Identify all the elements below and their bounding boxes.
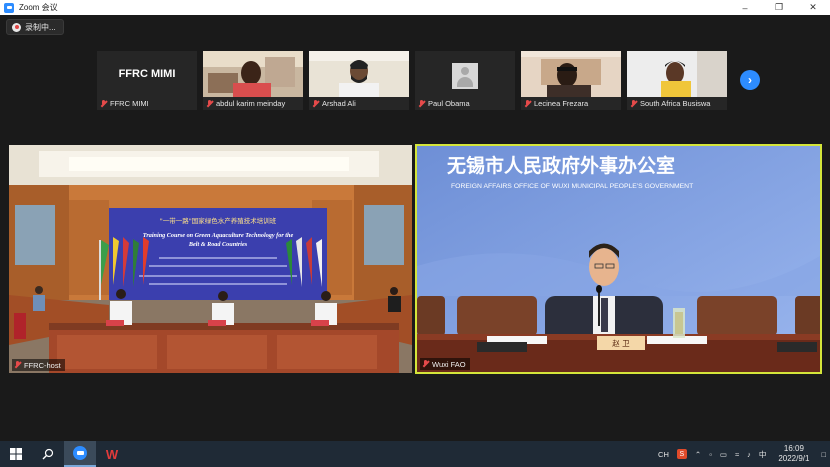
participant-display-name: FFRC MIMI: [118, 68, 176, 80]
mic-muted-icon: [418, 99, 425, 108]
video-tile-ffrc-host[interactable]: "一带一路"国家绿色水产养殖技术培训班 Training Course on G…: [9, 145, 412, 373]
participant-name: Arshad Ali: [322, 99, 356, 108]
participant-name: Lecinea Frezara: [534, 99, 589, 108]
window-title: Zoom 会议: [19, 3, 58, 12]
wps-icon: W: [105, 446, 119, 462]
network-icon[interactable]: ▫: [709, 450, 712, 459]
participant-video: [627, 51, 727, 97]
banner-chinese-title: "一带一路"国家绿色水产养殖技术培训班: [160, 216, 277, 225]
minimize-button[interactable]: –: [728, 0, 762, 15]
record-icon: [12, 22, 21, 32]
participant-tile[interactable]: South Africa Busiswa: [627, 51, 727, 110]
windows-taskbar: W CH S ⌃ ▫ ▭ ≈ ♪ 中 16:09 2022/9/1 □: [0, 441, 830, 467]
search-icon: [42, 448, 54, 460]
participant-tile[interactable]: abdul karim meinday: [203, 51, 303, 110]
clock-time: 16:09: [783, 444, 804, 453]
nameplate-text: 赵 卫: [612, 338, 630, 348]
zoom-window: Zoom 会议 – ❐ ✕ 录制中... FFRC MIMI FFRC MIMI: [0, 0, 830, 467]
taskbar-wps-app[interactable]: W: [96, 441, 128, 467]
start-button[interactable]: [0, 441, 32, 467]
participant-video: [309, 51, 409, 97]
participant-label-text: FFRC-host: [24, 360, 61, 370]
participant-name: abdul karim meinday: [216, 99, 286, 108]
ime-indicator[interactable]: CH: [658, 450, 669, 459]
mic-muted-icon: [312, 99, 319, 108]
participant-video: [203, 51, 303, 97]
window-controls: – ❐ ✕: [728, 0, 830, 15]
participant-name: FFRC MIMI: [110, 99, 149, 108]
maximize-button[interactable]: ❐: [762, 0, 796, 15]
background-english-title: FOREIGN AFFAIRS OFFICE OF WUXI MUNICIPAL…: [451, 183, 693, 190]
background-chinese-title: 无锡市人民政府外事办公室: [447, 154, 675, 177]
volume-icon[interactable]: ♪: [747, 450, 751, 459]
taskbar-zoom-app[interactable]: [64, 441, 96, 467]
participant-label-text: Wuxi FAO: [432, 359, 466, 369]
recording-label: 录制中...: [25, 22, 56, 32]
participant-video: [521, 51, 621, 97]
clock[interactable]: 16:09 2022/9/1: [778, 444, 809, 464]
language-icon[interactable]: 中: [759, 449, 767, 460]
tray-expand-icon[interactable]: ⌃: [695, 450, 701, 459]
title-bar: Zoom 会议 – ❐ ✕: [0, 0, 830, 15]
participant-name: South Africa Busiswa: [640, 99, 711, 108]
default-avatar-icon: [452, 63, 478, 89]
wifi-icon[interactable]: ≈: [735, 450, 739, 459]
speaker-video: 无锡市人民政府外事办公室 FOREIGN AFFAIRS OFFICE OF W…: [417, 146, 820, 372]
mic-muted-icon: [524, 99, 531, 108]
system-tray: CH S ⌃ ▫ ▭ ≈ ♪ 中 16:09 2022/9/1 □: [654, 441, 830, 467]
participant-label: Wuxi FAO: [420, 358, 470, 370]
mic-muted-icon: [630, 99, 637, 108]
close-button[interactable]: ✕: [796, 0, 830, 15]
battery-icon[interactable]: ▭: [720, 450, 727, 459]
zoom-icon: [73, 446, 87, 460]
banner-english-line1: Training Course on Green Aquaculture Tec…: [143, 232, 294, 239]
notification-icon[interactable]: □: [821, 450, 826, 459]
conference-room-video: "一带一路"国家绿色水产养殖技术培训班 Training Course on G…: [9, 145, 412, 373]
participant-label: FFRC-host: [12, 359, 65, 371]
participant-tile[interactable]: Paul Obama: [415, 51, 515, 110]
windows-logo-icon: [10, 448, 22, 460]
participant-name: Paul Obama: [428, 99, 470, 108]
participant-tile[interactable]: FFRC MIMI FFRC MIMI: [97, 51, 197, 110]
recording-indicator[interactable]: 录制中...: [6, 19, 64, 35]
mic-muted-icon: [100, 99, 107, 108]
participant-tile[interactable]: Lecinea Frezara: [521, 51, 621, 110]
search-button[interactable]: [32, 441, 64, 467]
input-method-icon[interactable]: S: [676, 449, 687, 459]
clock-date: 2022/9/1: [778, 454, 810, 463]
participant-tile[interactable]: Arshad Ali: [309, 51, 409, 110]
banner-english-line2: Belt & Road Countries: [188, 241, 248, 248]
mic-muted-icon: [206, 99, 213, 108]
mic-muted-icon: [422, 360, 429, 368]
gallery-next-page-button[interactable]: ›: [740, 70, 760, 90]
video-tile-wuxi-fao[interactable]: 无锡市人民政府外事办公室 FOREIGN AFFAIRS OFFICE OF W…: [415, 144, 822, 374]
zoom-app-icon: [4, 2, 14, 13]
mic-muted-icon: [14, 361, 21, 369]
